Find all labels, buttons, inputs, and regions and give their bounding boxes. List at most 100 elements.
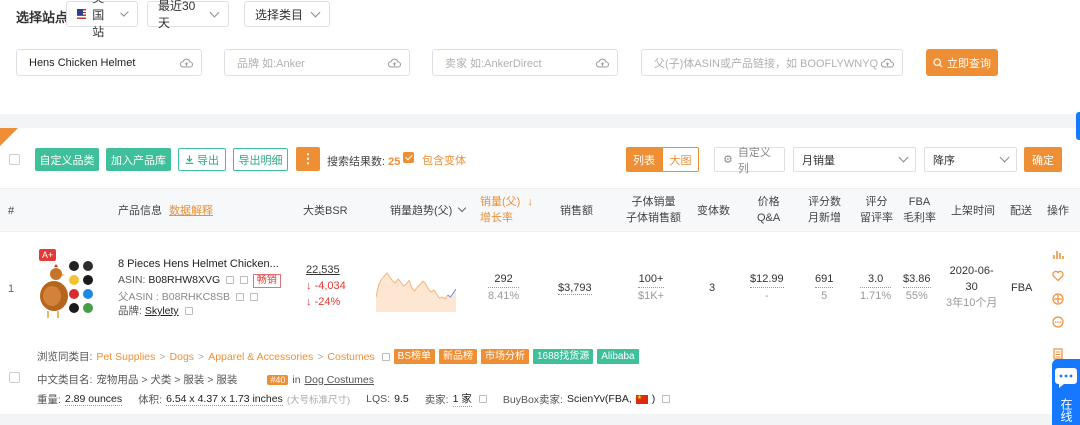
- custom-category-button[interactable]: 自定义品类: [35, 148, 99, 171]
- row-checkbox[interactable]: [9, 372, 20, 383]
- chevron-down-icon: [458, 203, 467, 213]
- brand-value[interactable]: Skylety: [145, 305, 179, 317]
- export-detail-button[interactable]: 导出明细: [233, 148, 288, 171]
- revenue-value: $3,793: [558, 282, 592, 295]
- external-link-icon[interactable]: [381, 352, 390, 361]
- seller-input[interactable]: 卖家 如:AnkerDirect: [432, 49, 618, 76]
- col-child-sales[interactable]: 子体销量 子体销售额: [626, 194, 681, 226]
- col-bsr[interactable]: 大类BSR: [303, 203, 348, 219]
- brand-input[interactable]: 品牌 如:Anker: [224, 49, 410, 76]
- export-button[interactable]: 导出: [178, 148, 226, 171]
- bar-chart-icon[interactable]: [1052, 248, 1064, 260]
- sort-field-value: 月销量: [802, 154, 835, 167]
- result-count-value: 25: [388, 156, 401, 168]
- include-variants-label[interactable]: 包含变体: [422, 152, 466, 168]
- col-fba[interactable]: FBA 毛利率: [903, 194, 936, 226]
- upload-cloud-icon[interactable]: [596, 58, 609, 68]
- copy-icon[interactable]: [235, 293, 244, 302]
- chat-label: 在线: [1059, 398, 1073, 422]
- tag-market-analysis[interactable]: 市场分析: [481, 349, 529, 364]
- keyword-input[interactable]: Hens Chicken Helmet: [16, 49, 202, 76]
- period-select[interactable]: 最近30天: [147, 0, 229, 30]
- col-listed[interactable]: 上架时间: [951, 203, 995, 219]
- external-link-icon[interactable]: [184, 307, 193, 316]
- seller-count-value[interactable]: 1 家: [452, 391, 472, 407]
- crumb-pet-supplies[interactable]: Pet Supplies: [96, 351, 155, 363]
- copy-icon[interactable]: [226, 276, 235, 285]
- more-options-button[interactable]: ⋮: [296, 147, 320, 171]
- custom-columns-label: 自定义列: [737, 146, 771, 175]
- data-explain-link[interactable]: 数据解释: [169, 205, 213, 217]
- product-image[interactable]: [36, 256, 102, 324]
- crumb-apparel[interactable]: Apparel & Accessories: [208, 351, 313, 363]
- tag-new-list[interactable]: 新品榜: [439, 349, 477, 364]
- col-revenue[interactable]: 销售额: [560, 203, 593, 219]
- col-delivery: 配送: [1010, 205, 1032, 217]
- col-product-info: 产品信息 数据解释: [118, 203, 213, 219]
- col-price[interactable]: 价格 Q&A: [757, 194, 780, 226]
- product-title[interactable]: 8 Pieces Hens Helmet Chicken...: [118, 258, 279, 270]
- bsr-value: 22,535: [306, 264, 340, 276]
- category-select[interactable]: 选择类目: [244, 1, 330, 27]
- upload-cloud-icon[interactable]: [180, 58, 193, 68]
- custom-columns-button[interactable]: ⚙ 自定义列: [714, 147, 785, 175]
- upload-cloud-icon[interactable]: [388, 58, 401, 68]
- col-variants[interactable]: 变体数: [697, 203, 730, 219]
- site-select[interactable]: 美国站: [66, 0, 138, 39]
- tag-1688-source[interactable]: 1688找货源: [533, 349, 594, 364]
- tag-alibaba[interactable]: Alibaba: [597, 349, 639, 364]
- include-variants-checkbox[interactable]: [403, 152, 414, 163]
- result-count: 搜索结果数: 25: [327, 153, 400, 169]
- more-icon[interactable]: [1052, 316, 1064, 328]
- side-scroll-tab[interactable]: [1076, 112, 1080, 140]
- tag-bs-list[interactable]: BS榜单: [393, 349, 435, 364]
- parent-asin-line: 父ASIN : B08RHKC8SB: [118, 289, 258, 304]
- col-reviews[interactable]: 评分数 月新增: [808, 194, 841, 226]
- upload-cloud-icon[interactable]: [881, 58, 894, 68]
- pin-corner-icon: [0, 128, 18, 146]
- sort-field-select[interactable]: 月销量: [793, 147, 916, 172]
- chat-bubble-icon: [1055, 368, 1077, 388]
- add-library-button[interactable]: 加入产品库: [106, 148, 171, 171]
- buybox-value[interactable]: ScienYv(FBA,: [567, 393, 632, 405]
- col-rating-label: 评分: [865, 196, 888, 208]
- asin-input[interactable]: 父(子)体ASIN或产品链接，如 BOOFLYWNYQ: [641, 49, 903, 76]
- table-header: # 产品信息 数据解释 大类BSR 销量趋势(父) 销量(父) ↓ 增长率 销售…: [0, 188, 1080, 232]
- confirm-button[interactable]: 确定: [1024, 147, 1062, 172]
- sort-order-select[interactable]: 降序: [924, 147, 1017, 172]
- bsr-change-pct: ↓ -24%: [306, 296, 341, 308]
- external-link-icon[interactable]: [662, 395, 671, 403]
- target-icon[interactable]: [1052, 293, 1064, 305]
- heart-icon[interactable]: [1052, 270, 1064, 282]
- asin-value[interactable]: B08RHW8XVG: [148, 274, 220, 286]
- footer-divider: [0, 414, 1080, 425]
- parent-asin-label: 父ASIN :: [118, 291, 159, 303]
- cn-flag-icon: ★: [635, 394, 648, 404]
- external-link-icon[interactable]: [239, 276, 248, 285]
- view-grid-tab[interactable]: 大图: [662, 147, 699, 172]
- col-sales[interactable]: 销量(父) ↓ 增长率: [480, 194, 533, 226]
- rank-category-link[interactable]: Dog Costumes: [305, 374, 374, 386]
- parent-asin-value[interactable]: B08RHKC8SB: [162, 291, 230, 303]
- col-trend[interactable]: 销量趋势(父): [390, 203, 467, 219]
- bsr-cell: 22,535 ↓ -4,034 ↓ -24%: [306, 262, 346, 310]
- download-icon: [185, 155, 194, 164]
- crumb-costumes[interactable]: Costumes: [327, 351, 374, 363]
- col-margin-label: 毛利率: [903, 212, 936, 224]
- volume-value: 6.54 x 4.37 x 1.73 inches: [166, 392, 283, 406]
- query-button[interactable]: 立即查询: [926, 49, 998, 76]
- external-link-icon[interactable]: [478, 395, 487, 403]
- col-growth-label: 增长率: [480, 212, 513, 224]
- sales-trend-chart[interactable]: [376, 262, 456, 312]
- col-qa-label: Q&A: [757, 212, 781, 224]
- col-trend-label: 销量趋势(父): [390, 205, 453, 217]
- keyword-value: Hens Chicken Helmet: [29, 56, 136, 69]
- chevron-down-icon: [999, 152, 1010, 163]
- crumb-dogs[interactable]: Dogs: [170, 351, 195, 363]
- col-rating[interactable]: 评分 留评率: [860, 194, 893, 226]
- select-all-checkbox[interactable]: [9, 154, 20, 165]
- online-chat-widget[interactable]: 在线: [1052, 359, 1080, 425]
- col-child-revenue-label: 子体销售额: [626, 212, 681, 224]
- view-list-tab[interactable]: 列表: [626, 147, 662, 172]
- external-link-icon[interactable]: [249, 293, 258, 302]
